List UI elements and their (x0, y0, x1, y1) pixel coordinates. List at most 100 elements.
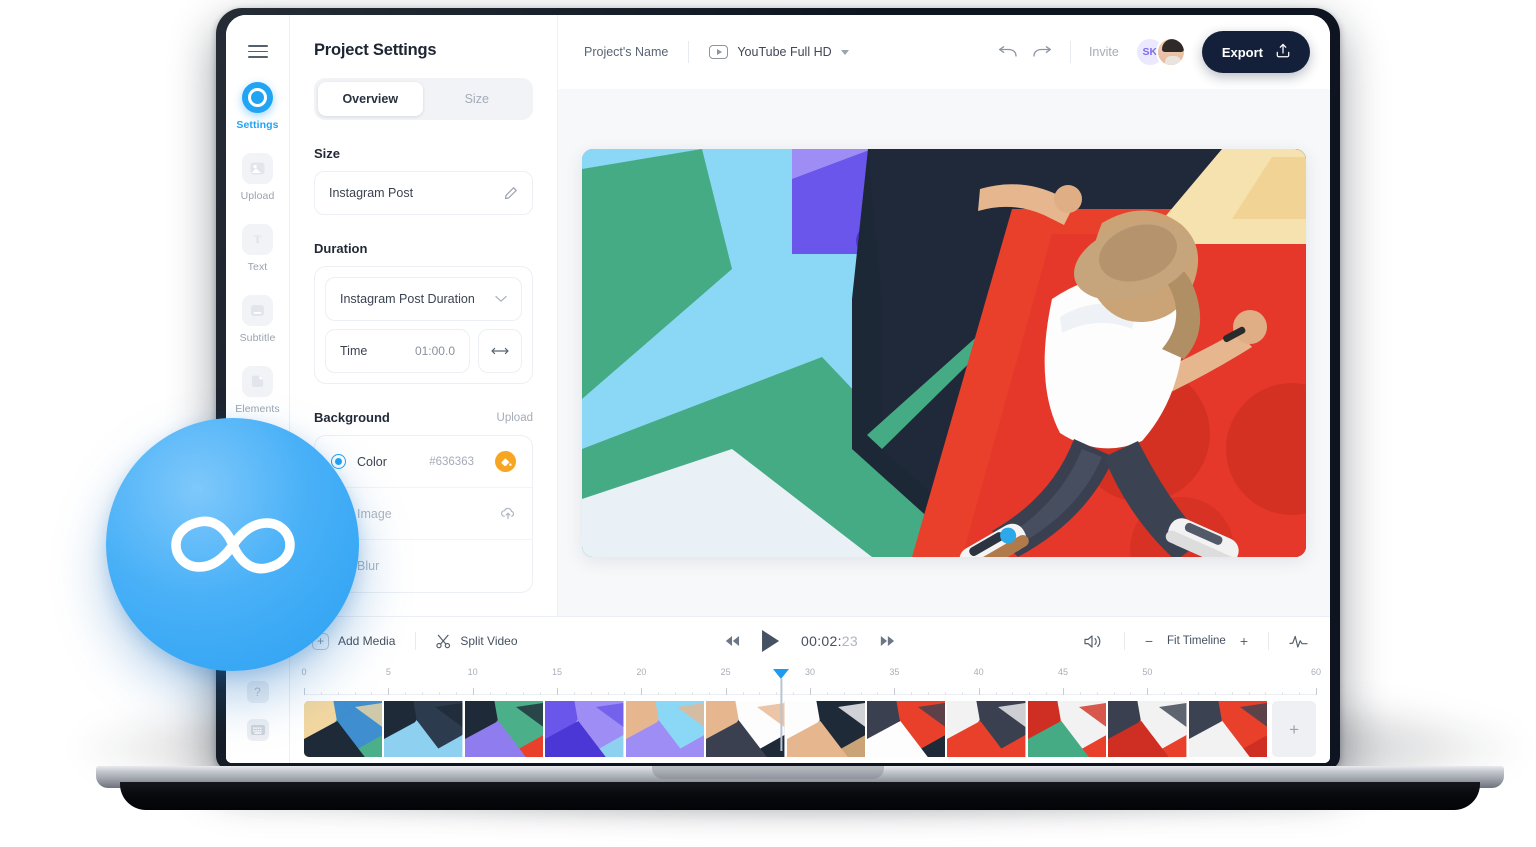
ruler-major-tick (557, 688, 558, 695)
rail-items: Settings Upload T Text Subtitle Elements (226, 82, 289, 468)
ruler-minor-tick (1248, 692, 1250, 695)
ruler-minor-tick (506, 692, 508, 695)
collaborator-avatars: SK (1134, 37, 1186, 67)
ruler-major-tick (978, 688, 980, 695)
ruler-minor-tick (708, 692, 710, 695)
add-clip-button[interactable]: + (1272, 701, 1317, 757)
timeline-clip-thumbnail[interactable] (1188, 701, 1268, 757)
sidebar-label-text: Text (247, 261, 268, 273)
timeline-clip-thumbnail[interactable] (1027, 701, 1107, 757)
pencil-icon[interactable] (504, 186, 518, 200)
undo-arrow-icon[interactable] (998, 45, 1017, 59)
timeline-clip-thumbnail[interactable] (947, 701, 1026, 757)
timeline-clip-thumbnail[interactable] (545, 701, 624, 757)
skip-back-icon[interactable] (725, 635, 740, 647)
ruler-major-tick (810, 688, 811, 695)
paint-bucket-icon[interactable] (495, 451, 516, 472)
page-title: Project Settings (314, 41, 437, 59)
background-blur-label: Blur (357, 559, 380, 573)
background-color-label: Color (357, 454, 387, 469)
sidebar-label-upload: Upload (240, 190, 275, 202)
export-button[interactable]: Export (1201, 31, 1310, 73)
timeline-clip-thumbnail[interactable] (706, 701, 785, 757)
playhead-triangle (773, 669, 790, 679)
avatar-photo[interactable] (1155, 37, 1186, 67)
duration-preset-value: Instagram Post Duration (340, 292, 475, 306)
speaker-volume-icon[interactable] (1084, 634, 1104, 649)
preset-selector[interactable]: YouTube Full HD (709, 45, 849, 59)
ruler-minor-tick (540, 692, 542, 695)
timeline-clip-thumbnail[interactable] (1108, 701, 1187, 757)
timeline-clip-thumbnail[interactable] (304, 701, 383, 757)
timeline-clip-thumbnail[interactable] (786, 701, 865, 757)
ruler-minor-tick (1079, 692, 1081, 695)
help-question-icon[interactable]: ? (246, 681, 269, 703)
size-value: Instagram Post (329, 186, 414, 200)
sidebar-item-subtitle[interactable]: Subtitle (226, 295, 289, 344)
laptop-screen: Settings Upload T Text Subtitle Elements… (226, 15, 1330, 763)
sidebar-item-settings[interactable]: Settings (226, 82, 289, 131)
size-field[interactable]: Instagram Post (314, 171, 533, 215)
ruler-minor-tick (489, 692, 491, 695)
timeline-clip-strip[interactable]: + (304, 701, 1317, 757)
ruler-minor-tick (1197, 692, 1199, 695)
ruler-minor-tick (1130, 692, 1132, 695)
timeline-clip-thumbnail[interactable] (625, 701, 705, 757)
time-field[interactable]: Time 01:00.0 (325, 329, 470, 373)
video-preview[interactable] (582, 148, 1306, 557)
timeline-ruler[interactable]: 0 5 10 15 20 25 30 35 40 45 50 60 (301, 665, 1321, 751)
ruler-minor-tick (793, 692, 795, 695)
sidebar-label-elements: Elements (235, 403, 280, 415)
duration-preset-select[interactable]: Instagram Post Duration (325, 277, 522, 321)
ruler-minor-tick (1214, 692, 1216, 695)
ruler-minor-tick (455, 692, 457, 695)
playhead[interactable] (773, 669, 790, 751)
tab-overview[interactable]: Overview (318, 82, 423, 116)
top-bar: Project's Name YouTube Full HD Invite SK… (558, 15, 1330, 89)
timeline-clip-thumbnail[interactable] (464, 701, 544, 757)
hamburger-icon[interactable] (247, 45, 268, 58)
sidebar-item-upload[interactable]: Upload (226, 153, 289, 202)
ruler-minor-tick (354, 692, 356, 695)
tab-size[interactable]: Size (425, 82, 530, 116)
background-upload-link[interactable]: Upload (497, 412, 533, 424)
youtube-play-icon (709, 45, 729, 59)
timeline-clip-thumbnail[interactable] (384, 701, 463, 757)
ruler-minor-tick (523, 692, 525, 695)
zoom-in-button[interactable]: + (1240, 634, 1248, 648)
ruler-minor-tick (438, 692, 440, 695)
ruler-label: 5 (385, 667, 391, 677)
add-media-button[interactable]: + Add Media (312, 632, 395, 650)
invite-button[interactable]: Invite (1089, 45, 1119, 59)
time-main: 00:02: (801, 633, 842, 649)
redo-arrow-icon[interactable] (1033, 45, 1052, 59)
sidebar-item-text[interactable]: T Text (226, 224, 289, 273)
fit-timeline-label[interactable]: Fit Timeline (1167, 635, 1226, 647)
radio-color[interactable] (331, 454, 346, 469)
cloud-upload-icon[interactable] (500, 507, 516, 520)
split-video-button[interactable]: Split Video (436, 634, 518, 649)
ruler-minor-tick (877, 692, 879, 695)
keyboard-icon[interactable] (246, 719, 269, 741)
project-name[interactable]: Project's Name (584, 45, 668, 59)
ruler-minor-tick (826, 692, 828, 695)
ruler-label: 30 (804, 667, 816, 677)
sidebar-item-elements[interactable]: Elements (226, 366, 289, 415)
skip-forward-icon[interactable] (880, 635, 895, 647)
ruler-minor-tick (320, 692, 322, 695)
stretch-to-fit-button[interactable] (478, 329, 522, 373)
divider (688, 41, 690, 63)
audio-waveform-icon[interactable] (1289, 634, 1308, 649)
ruler-minor-tick (573, 692, 575, 695)
background-option-color[interactable]: Color #636363 (315, 436, 532, 488)
ruler-minor-tick (624, 692, 626, 695)
ruler-label: 15 (551, 667, 563, 677)
zoom-out-button[interactable]: − (1145, 634, 1153, 648)
ruler-minor-tick (1096, 692, 1098, 695)
preview-canvas (558, 89, 1330, 616)
play-triangle-icon[interactable] (762, 630, 780, 652)
ruler-label: 20 (636, 667, 647, 677)
caret-down-icon (840, 49, 849, 55)
panel-tabs: Overview Size (314, 78, 533, 120)
timeline-clip-thumbnail[interactable] (866, 701, 946, 757)
